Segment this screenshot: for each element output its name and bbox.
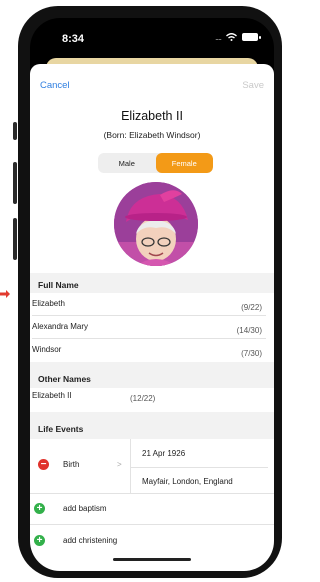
- birth-event-row[interactable]: − Birth > 21 Apr 1926 Mayfair, London, E…: [30, 439, 274, 493]
- mute-switch: [13, 122, 17, 140]
- save-button[interactable]: Save: [242, 80, 264, 91]
- middle-name-value: Alexandra Mary: [32, 322, 89, 331]
- volume-down-button: [13, 218, 17, 260]
- add-icon: +: [34, 503, 45, 514]
- middle-name-char-count: (14/30): [236, 326, 262, 335]
- chevron-right-icon: >: [117, 460, 122, 469]
- birth-date-field[interactable]: 21 Apr 1926: [142, 449, 185, 458]
- avatar[interactable]: [114, 182, 198, 266]
- surname-char-count: (7/30): [241, 349, 262, 358]
- add-christening-label: add christening: [63, 536, 118, 545]
- other-name-field[interactable]: Elizabeth II (12/22): [30, 388, 274, 412]
- gender-male-option[interactable]: Male: [98, 153, 156, 173]
- add-baptism-row[interactable]: + add baptism: [30, 494, 274, 524]
- pointer-arrow-icon: [0, 290, 10, 298]
- first-name-value: Elizabeth: [32, 299, 65, 308]
- phone-screen: 8:34 .... Cancel Save Elizabeth II (Born…: [30, 18, 274, 571]
- other-name-char-count: (12/22): [130, 394, 156, 403]
- birth-label: Birth: [63, 460, 80, 469]
- edit-person-sheet: Cancel Save Elizabeth II (Born: Elizabet…: [30, 64, 274, 571]
- add-baptism-label: add baptism: [63, 504, 107, 513]
- other-names-header: Other Names: [30, 362, 274, 388]
- birth-place-field[interactable]: Mayfair, London, England: [142, 477, 233, 486]
- portrait-image: [114, 182, 198, 266]
- status-bar: 8:34 ....: [30, 18, 274, 62]
- born-subtitle: (Born: Elizabeth Windsor): [103, 130, 201, 140]
- home-indicator[interactable]: [113, 558, 191, 561]
- signal-icon: ....: [214, 32, 222, 42]
- first-name-char-count: (9/22): [241, 303, 262, 312]
- add-icon: +: [34, 535, 45, 546]
- surname-value: Windsor: [32, 345, 62, 354]
- middle-name-field[interactable]: Alexandra Mary (14/30): [30, 316, 274, 338]
- remove-birth-icon[interactable]: −: [38, 459, 49, 470]
- other-name-value: Elizabeth II: [32, 391, 72, 400]
- surname-field[interactable]: Windsor (7/30): [30, 339, 274, 361]
- gender-female-option[interactable]: Female: [155, 153, 213, 173]
- gender-segmented-control[interactable]: Male Female: [98, 153, 213, 173]
- divider: [130, 439, 131, 493]
- clock: 8:34: [62, 33, 85, 45]
- person-name-title: Elizabeth II: [121, 109, 183, 123]
- battery-icon: [242, 33, 261, 41]
- add-christening-row[interactable]: + add christening: [30, 525, 274, 555]
- first-name-field[interactable]: Elizabeth (9/22): [30, 293, 274, 315]
- full-name-header: Full Name: [30, 273, 274, 293]
- cancel-button[interactable]: Cancel: [40, 80, 70, 91]
- volume-up-button: [13, 162, 17, 204]
- life-events-header: Life Events: [30, 412, 274, 439]
- wifi-icon: [226, 33, 237, 41]
- divider: [130, 467, 268, 468]
